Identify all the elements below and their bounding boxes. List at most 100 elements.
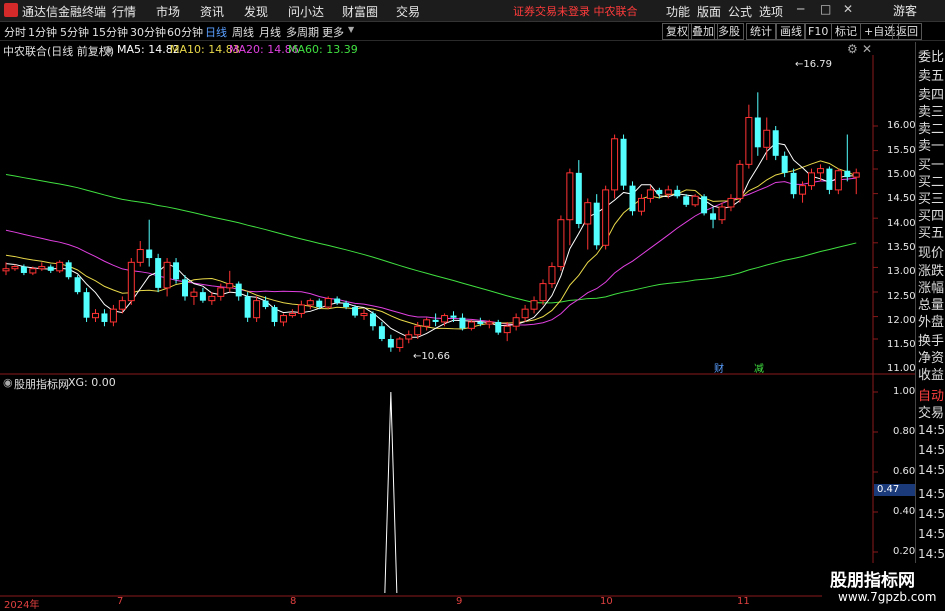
menu-hangqing[interactable]: 行情: [112, 3, 136, 20]
x-label: 8: [290, 596, 297, 607]
period-5min[interactable]: 5分钟: [60, 24, 89, 40]
candle-down: [199, 292, 206, 301]
price-tick: 14.00: [887, 218, 916, 229]
candle-up: [852, 172, 860, 178]
time-label: 14:56: [918, 547, 945, 561]
menu-zixun[interactable]: 资讯: [200, 3, 224, 20]
indicator-tick: 0.80: [893, 426, 916, 437]
period-1min[interactable]: 1分钟: [28, 24, 57, 40]
candle-up: [297, 304, 305, 314]
candle-up: [360, 312, 368, 317]
period-more[interactable]: 更多: [322, 24, 344, 40]
time-label: 14:56: [918, 423, 945, 437]
quote-label: 卖一: [918, 139, 945, 154]
indicator-settings-icon[interactable]: ◉: [3, 376, 13, 389]
time-label: 14:56: [918, 463, 945, 477]
candle-up: [799, 185, 807, 195]
candle-down: [244, 296, 251, 318]
ma10-line: [5, 160, 857, 330]
minimize-icon[interactable]: ─: [797, 2, 804, 16]
x-label: 10: [600, 596, 613, 607]
watermark-url: www.7gpzb.com: [838, 590, 937, 604]
price-tick: 13.50: [887, 242, 916, 253]
menu-gongshi[interactable]: 公式: [728, 3, 752, 20]
candle-down: [378, 326, 385, 339]
candle-down: [65, 262, 72, 278]
candle-down: [701, 196, 708, 214]
menu-shichang[interactable]: 市场: [156, 3, 180, 20]
app-logo-icon: [4, 3, 18, 17]
candle-down: [47, 266, 54, 271]
candle-up: [11, 266, 19, 270]
candle-up: [396, 338, 404, 349]
candle-up: [56, 261, 64, 272]
candle-up: [763, 129, 771, 148]
cai-marker[interactable]: 财: [714, 360, 724, 375]
kline-chart[interactable]: [0, 40, 915, 609]
maximize-icon[interactable]: □: [820, 2, 831, 16]
candle-up: [92, 312, 99, 319]
menu-gongneng[interactable]: 功能: [666, 3, 690, 20]
candle-down: [334, 298, 341, 303]
f10-button[interactable]: F10: [804, 23, 833, 40]
candle-down: [316, 300, 323, 308]
price-tick: 11.50: [887, 339, 916, 350]
candle-down: [710, 213, 717, 220]
candle-up: [441, 315, 449, 323]
menu-banmian[interactable]: 版面: [697, 3, 721, 20]
period-60min[interactable]: 60分钟: [167, 24, 203, 40]
back-button[interactable]: 返回: [892, 23, 922, 40]
candle-up: [226, 283, 234, 289]
candle-down: [754, 117, 761, 148]
menu-faxian[interactable]: 发现: [244, 3, 268, 20]
candle-down: [772, 130, 779, 156]
candle-down: [20, 266, 27, 273]
watermark-title: 股朋指标网: [830, 571, 915, 591]
period-15min[interactable]: 15分钟: [92, 24, 128, 40]
candle-up: [405, 334, 413, 340]
trade-label[interactable]: 交易: [918, 402, 944, 421]
candle-down: [74, 277, 81, 293]
period-multi[interactable]: 多周期: [286, 24, 319, 40]
candle-down: [620, 138, 627, 186]
menu-wenxiaoda[interactable]: 问小达: [288, 3, 324, 20]
period-weekly[interactable]: 周线: [232, 24, 254, 40]
price-tick: 11.00: [887, 363, 916, 374]
menu-xuanxiang[interactable]: 选项: [759, 3, 783, 20]
guest-label[interactable]: 游客: [893, 2, 917, 19]
period-monthly[interactable]: 月线: [259, 24, 281, 40]
biaoji-button[interactable]: 标记: [831, 23, 861, 40]
candle-up: [691, 195, 699, 206]
period-daily[interactable]: 日线: [205, 24, 227, 40]
candle-down: [683, 196, 690, 205]
candle-up: [208, 295, 216, 302]
candle-down: [155, 258, 162, 288]
x-label: 11: [737, 596, 750, 607]
menu-caifuquan[interactable]: 财富圈: [342, 3, 378, 20]
candle-up: [279, 315, 287, 323]
candle-down: [343, 302, 350, 308]
tongji-button[interactable]: 统计: [746, 23, 776, 40]
more-dropdown-icon[interactable]: ▼: [348, 25, 354, 34]
huaxian-button[interactable]: 画线: [776, 23, 806, 40]
period-fenshi[interactable]: 分时: [4, 24, 26, 40]
quote-label: 委比: [918, 50, 945, 65]
time-label: 14:56: [918, 527, 945, 541]
candle-up: [136, 249, 144, 263]
jian-marker[interactable]: 减: [754, 360, 764, 375]
candle-down: [656, 189, 663, 195]
close-icon[interactable]: ✕: [843, 2, 853, 16]
period-30min[interactable]: 30分钟: [130, 24, 166, 40]
candle-down: [495, 321, 502, 333]
menu-jiaoyi[interactable]: 交易: [396, 3, 420, 20]
candle-up: [557, 219, 565, 268]
duogu-button[interactable]: 多股: [714, 23, 744, 40]
low-annotation: ←10.66: [413, 351, 451, 362]
candle-up: [2, 268, 10, 272]
candle-down: [101, 313, 108, 322]
candle-up: [109, 308, 117, 323]
login-status: 证券交易未登录 中农联合: [513, 5, 638, 18]
indicator-tick: 1.00: [893, 386, 916, 397]
candle-up: [29, 268, 37, 274]
candle-down: [432, 319, 439, 322]
